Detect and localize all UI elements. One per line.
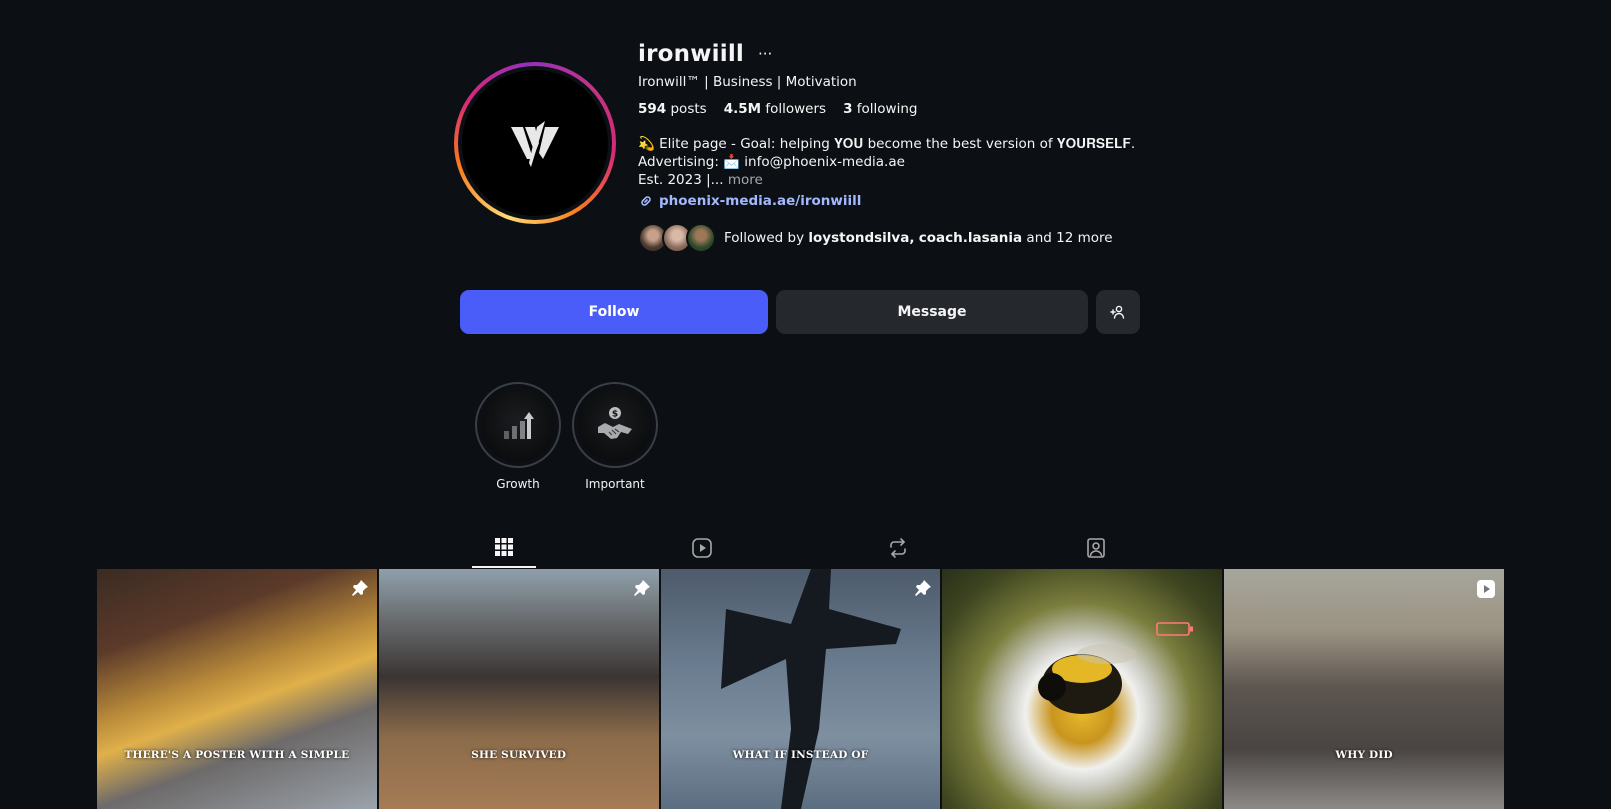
bio-more-link[interactable]: more bbox=[728, 172, 763, 188]
highlight-growth[interactable]: Growth bbox=[475, 382, 561, 491]
profile-external-link[interactable]: phoenix-media.ae/ironwiill bbox=[638, 193, 1158, 209]
pin-icon bbox=[633, 579, 651, 601]
profile-full-name: Ironwill™ | Business | Motivation bbox=[638, 74, 857, 90]
post-tile[interactable]: THERE'S A POSTER WITH A SIMPLE bbox=[97, 569, 377, 809]
follower-name[interactable]: coach.lasania bbox=[919, 230, 1022, 246]
more-options-icon[interactable]: ··· bbox=[758, 45, 772, 63]
tagged-icon bbox=[1087, 538, 1105, 558]
avatar bbox=[686, 223, 716, 253]
pin-icon bbox=[351, 579, 369, 601]
highlight-label: Growth bbox=[496, 477, 540, 491]
profile-page: ironwiill ··· Ironwill™ | Business | Mot… bbox=[0, 0, 1611, 809]
post-tile[interactable] bbox=[942, 569, 1223, 809]
posts-count: 594 posts bbox=[638, 101, 707, 117]
reels-icon bbox=[692, 538, 712, 558]
followed-by[interactable]: Followed by loystondsilva, coach.lasania… bbox=[638, 223, 1158, 253]
tab-tagged[interactable] bbox=[1064, 528, 1128, 568]
growth-chart-icon bbox=[504, 412, 534, 439]
handshake-money-icon: $ bbox=[598, 407, 632, 439]
bio-line: Est. 2023 |... bbox=[638, 172, 724, 188]
followers-count[interactable]: 4.5M followers bbox=[724, 101, 826, 117]
post-tile[interactable]: WHY DID bbox=[1224, 569, 1504, 809]
pin-icon bbox=[914, 579, 932, 601]
bee-illustration bbox=[1038, 644, 1138, 714]
link-icon bbox=[641, 196, 651, 206]
jet-silhouette bbox=[720, 569, 901, 809]
profile-stats: 594 posts 4.5M followers 3 following bbox=[638, 101, 1158, 117]
post-caption: WHAT IF INSTEAD OF bbox=[732, 749, 869, 761]
bio-line: 💫 Elite page - Goal: helping 𝐘𝐎𝐔 become … bbox=[638, 136, 1136, 152]
profile-tabs bbox=[0, 528, 1611, 568]
tab-posts[interactable] bbox=[472, 528, 536, 568]
svg-text:$: $ bbox=[612, 410, 618, 420]
following-count[interactable]: 3 following bbox=[843, 101, 917, 117]
follow-button[interactable]: Follow bbox=[460, 290, 768, 334]
follower-name[interactable]: loystondsilva bbox=[808, 230, 909, 246]
highlight-label: Important bbox=[585, 477, 645, 491]
follower-avatars bbox=[638, 223, 716, 253]
suggest-users-button[interactable] bbox=[1096, 290, 1140, 334]
post-tile[interactable]: WHAT IF INSTEAD OF bbox=[660, 569, 941, 809]
posts-grid: THERE'S A POSTER WITH A SIMPLE SHE SURVI… bbox=[97, 569, 1504, 809]
repost-icon bbox=[890, 538, 906, 558]
bio-line: Advertising: 📩 info@phoenix-media.ae bbox=[638, 154, 905, 170]
post-tile[interactable]: SHE SURVIVED bbox=[378, 569, 659, 809]
person-add-icon bbox=[1110, 305, 1125, 319]
profile-link-text: phoenix-media.ae/ironwiill bbox=[659, 193, 862, 209]
tab-reels[interactable] bbox=[670, 528, 734, 568]
profile-bio: 💫 Elite page - Goal: helping 𝐘𝐎𝐔 become … bbox=[638, 135, 1158, 189]
post-caption: SHE SURVIVED bbox=[471, 749, 567, 761]
post-caption: WHY DID bbox=[1335, 749, 1393, 761]
message-button[interactable]: Message bbox=[776, 290, 1088, 334]
post-caption: THERE'S A POSTER WITH A SIMPLE bbox=[124, 749, 350, 761]
tab-reposts[interactable] bbox=[866, 528, 930, 568]
profile-avatar bbox=[462, 70, 608, 216]
profile-avatar-story-ring[interactable] bbox=[454, 62, 616, 224]
battery-icon bbox=[1156, 622, 1194, 636]
profile-info: ironwiill ··· Ironwill™ | Business | Mot… bbox=[638, 38, 1158, 253]
ironwill-logo-icon bbox=[511, 121, 559, 167]
grid-icon bbox=[495, 538, 513, 556]
reel-icon bbox=[1476, 579, 1496, 603]
highlight-important[interactable]: $ Important bbox=[572, 382, 658, 491]
profile-username: ironwiill bbox=[638, 41, 744, 67]
